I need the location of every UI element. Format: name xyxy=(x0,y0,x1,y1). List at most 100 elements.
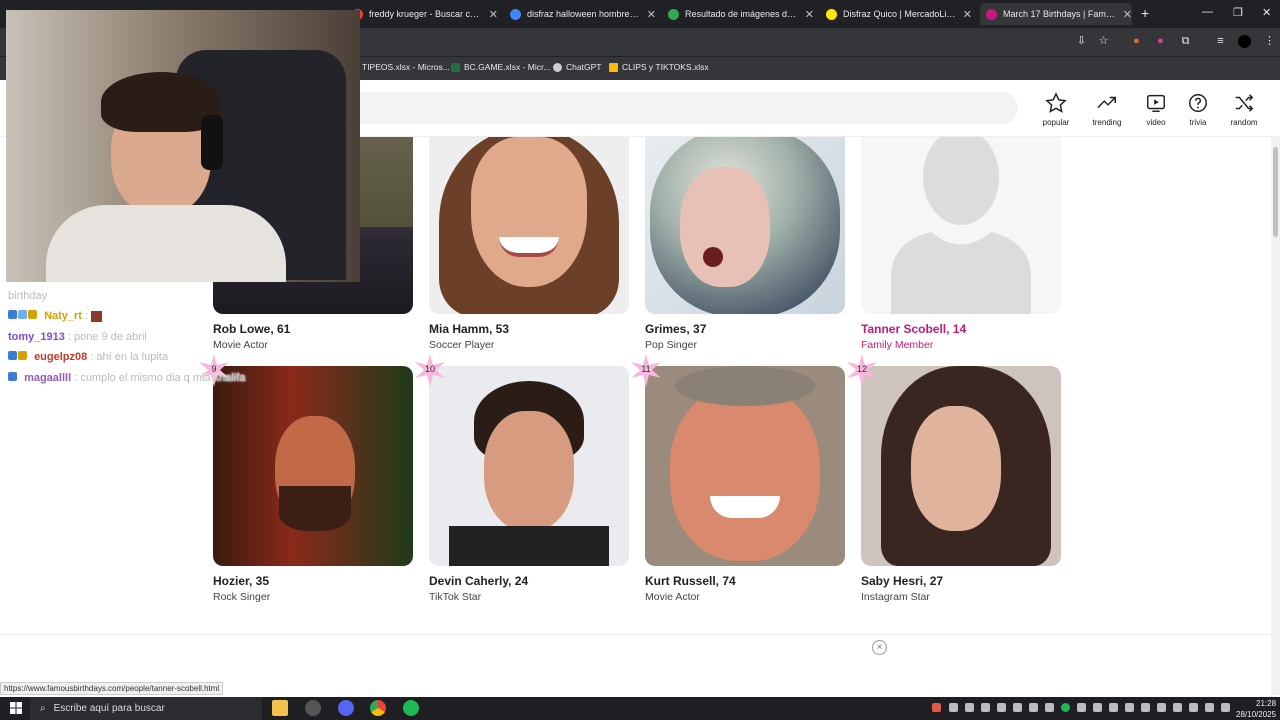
person-photo[interactable] xyxy=(429,137,629,314)
person-profession[interactable]: Soccer Player xyxy=(429,339,629,351)
drive-icon xyxy=(609,62,618,72)
close-icon[interactable]: ✕ xyxy=(805,8,814,21)
person-photo[interactable] xyxy=(429,366,629,566)
display-icon[interactable] xyxy=(1221,703,1230,712)
person-name[interactable]: Tanner Scobell, 14 xyxy=(861,322,1061,336)
new-tab-icon[interactable]: + xyxy=(1141,5,1149,21)
spotify-icon[interactable] xyxy=(403,700,419,716)
extension-icon[interactable]: ● xyxy=(1154,35,1167,48)
person-name[interactable]: Grimes, 37 xyxy=(645,322,845,336)
headphones-shape xyxy=(201,115,223,170)
clock-date: 28/10/2025 xyxy=(1236,710,1277,719)
spotify-tray-icon[interactable] xyxy=(1061,703,1070,712)
person-name[interactable]: Hozier, 35 xyxy=(213,574,413,588)
tray-icon[interactable] xyxy=(1013,703,1022,712)
tray-icon[interactable] xyxy=(1157,703,1166,712)
install-icon[interactable]: ⇩ xyxy=(1075,35,1088,48)
extension-icon[interactable]: ● xyxy=(1130,35,1143,48)
bookmark-bcgame[interactable]: BC.GAME.xlsx - Micr... xyxy=(451,62,550,72)
person-name[interactable]: Mia Hamm, 53 xyxy=(429,322,629,336)
person-card[interactable]: Mia Hamm, 53 Soccer Player xyxy=(429,137,629,351)
nav-trivia[interactable]: trivia xyxy=(1176,92,1220,127)
chrome-icon[interactable] xyxy=(370,700,386,716)
tab-title: Disfraz Quico | MercadoLibre xyxy=(843,9,957,19)
link-status-url: https://www.famousbirthdays.com/people/t… xyxy=(0,682,224,695)
person-photo[interactable] xyxy=(213,366,413,566)
tab-disfraz[interactable]: disfraz halloween hombre - Bu ✕ xyxy=(510,3,656,25)
tray-icon[interactable] xyxy=(932,703,941,712)
volume-icon[interactable] xyxy=(1189,703,1198,712)
nav-random[interactable]: random xyxy=(1222,92,1266,127)
bookmark-tipeos[interactable]: TIPEOS.xlsx - Micros... xyxy=(362,62,450,72)
bookmark-star-icon[interactable]: ☆ xyxy=(1097,35,1110,48)
tray-icon[interactable] xyxy=(965,703,974,712)
restore-icon[interactable]: ❐ xyxy=(1233,6,1243,19)
person-profession[interactable]: Family Member xyxy=(861,339,1061,351)
menu-icon[interactable]: ⋮ xyxy=(1263,35,1276,48)
tray-icon[interactable] xyxy=(1109,703,1118,712)
tab-mercadolibre[interactable]: Disfraz Quico | MercadoLibre ✕ xyxy=(826,3,972,25)
person-card[interactable]: 9 Hozier, 35 Rock Singer xyxy=(199,354,413,603)
person-name[interactable]: Devin Caherly, 24 xyxy=(429,574,629,588)
minimize-icon[interactable]: — xyxy=(1202,6,1213,18)
person-card[interactable]: 10 Devin Caherly, 24 TikTok Star xyxy=(415,354,629,603)
tab-famous-birthdays[interactable]: March 17 Birthdays | Famous Bi ✕ xyxy=(980,3,1132,25)
person-profession[interactable]: Movie Actor xyxy=(645,591,845,603)
tray-icon[interactable] xyxy=(1141,703,1150,712)
window-close-icon[interactable]: ✕ xyxy=(1262,6,1271,19)
close-icon[interactable]: ✕ xyxy=(489,8,498,21)
tab-freddy[interactable]: freddy krueger - Buscar con Go ✕ xyxy=(352,3,498,25)
person-photo[interactable] xyxy=(861,366,1061,566)
person-photo[interactable] xyxy=(645,366,845,566)
tray-icon[interactable] xyxy=(1093,703,1102,712)
tray-icon[interactable] xyxy=(1045,703,1054,712)
person-card[interactable]: Grimes, 37 Pop Singer xyxy=(645,137,845,351)
ad-close-button[interactable]: × xyxy=(872,640,887,655)
bookmark-chatgpt[interactable]: ChatGPT xyxy=(553,62,601,72)
person-name[interactable]: Saby Hesri, 27 xyxy=(861,574,1061,588)
person-profession[interactable]: Instagram Star xyxy=(861,591,1061,603)
person-profession[interactable]: TikTok Star xyxy=(429,591,629,603)
nav-label: video xyxy=(1146,118,1166,127)
person-card[interactable]: Tanner Scobell, 14 Family Member xyxy=(861,137,1061,351)
discord-icon[interactable] xyxy=(338,700,354,716)
taskbar-clock[interactable]: 21:28 28/10/2025 xyxy=(1236,698,1276,720)
clock-time: 21:28 xyxy=(1256,699,1277,708)
taskbar-search-input[interactable]: ⌕ Escribe aquí para buscar xyxy=(30,697,262,720)
person-profession[interactable]: Movie Actor xyxy=(213,339,413,351)
person-name[interactable]: Kurt Russell, 74 xyxy=(645,574,845,588)
tray-icon[interactable] xyxy=(1125,703,1134,712)
tab-imagenes[interactable]: Resultado de imágenes de Goo ✕ xyxy=(668,3,814,25)
nav-video[interactable]: video xyxy=(1134,92,1178,127)
nav-popular[interactable]: popular xyxy=(1034,92,1078,127)
search-input[interactable] xyxy=(350,92,1018,124)
person-photo-placeholder[interactable] xyxy=(861,137,1061,314)
person-name[interactable]: Rob Lowe, 61 xyxy=(213,322,413,336)
tray-icon[interactable] xyxy=(949,703,958,712)
tray-icon[interactable] xyxy=(1077,703,1086,712)
network-icon[interactable] xyxy=(1173,703,1182,712)
bookmark-clips[interactable]: CLIPS y TIKTOKS.xlsx xyxy=(609,62,709,72)
app-icon[interactable] xyxy=(305,700,321,716)
close-icon[interactable]: ✕ xyxy=(1123,8,1132,21)
close-icon[interactable]: ✕ xyxy=(647,8,656,21)
person-profession[interactable]: Pop Singer xyxy=(645,339,845,351)
scrollbar-thumb[interactable] xyxy=(1273,147,1278,237)
page-scrollbar[interactable] xyxy=(1271,137,1280,695)
person-card[interactable]: 12 Saby Hesri, 27 Instagram Star xyxy=(847,354,1061,603)
tray-icon[interactable] xyxy=(997,703,1006,712)
puzzle-icon[interactable]: ⧉ xyxy=(1179,35,1192,48)
person-profession[interactable]: Rock Singer xyxy=(213,591,413,603)
tray-icon[interactable] xyxy=(1205,703,1214,712)
close-icon[interactable]: ✕ xyxy=(963,8,972,21)
tray-icon[interactable] xyxy=(981,703,990,712)
windows-start-icon[interactable] xyxy=(10,702,22,714)
rank-number: 10 xyxy=(424,364,435,374)
profile-avatar[interactable] xyxy=(1238,35,1251,48)
person-photo[interactable] xyxy=(645,137,845,314)
file-explorer-icon[interactable] xyxy=(272,700,288,716)
nav-trending[interactable]: trending xyxy=(1085,92,1129,127)
media-icon[interactable]: ≡ xyxy=(1214,35,1227,48)
person-card[interactable]: 11 Kurt Russell, 74 Movie Actor xyxy=(631,354,845,603)
tray-icon[interactable] xyxy=(1029,703,1038,712)
